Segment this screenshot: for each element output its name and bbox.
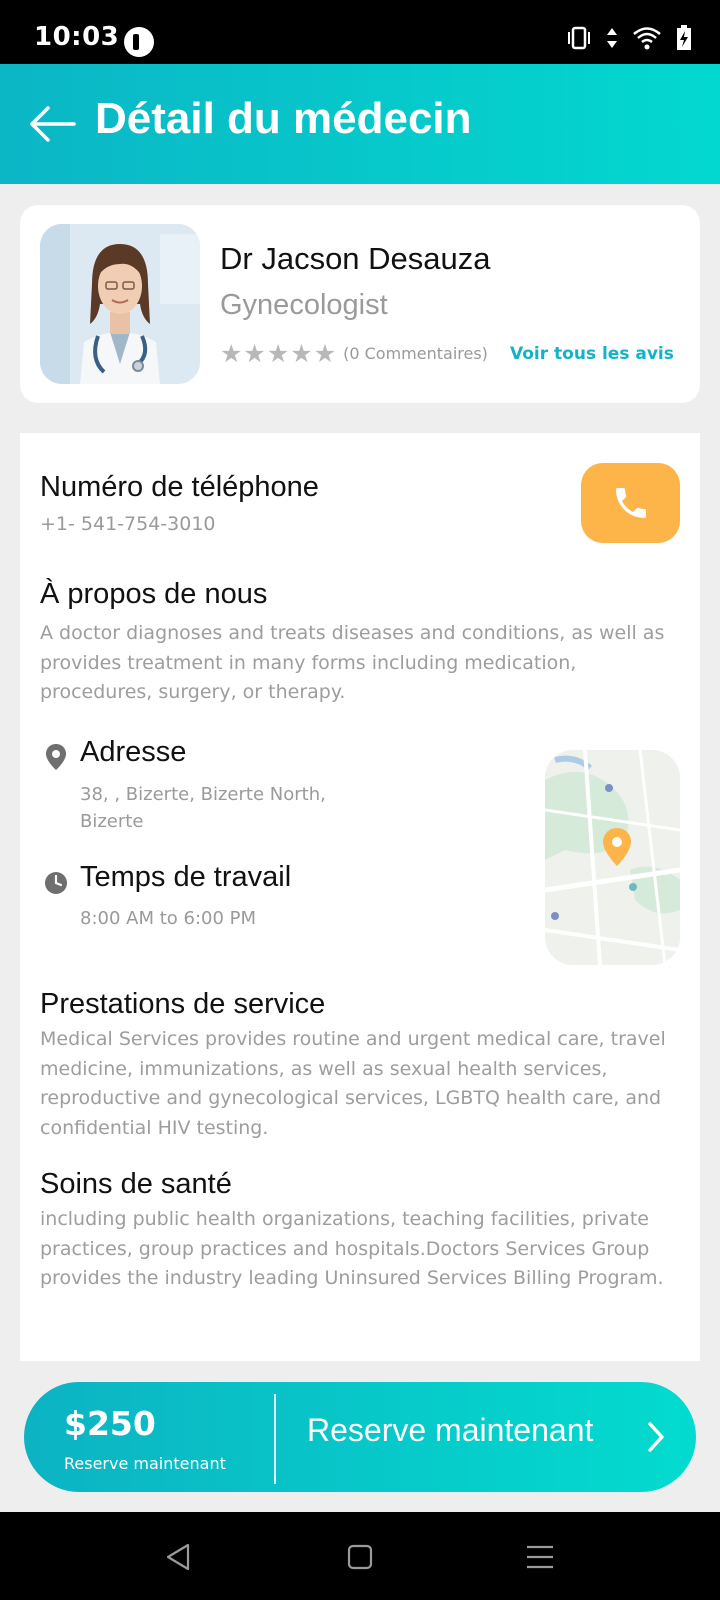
data-arrows-icon xyxy=(607,28,617,48)
call-button[interactable] xyxy=(581,463,680,543)
work-time-text: 8:00 AM to 6:00 PM xyxy=(80,908,257,929)
system-nav-bar xyxy=(0,1512,720,1600)
star-icon: ★ xyxy=(290,339,313,368)
rating-row: ★ ★ ★ ★ ★ (0 Commentaires) xyxy=(220,341,488,366)
book-now-button[interactable]: Reserve maintenant xyxy=(307,1412,593,1449)
star-icon: ★ xyxy=(266,339,290,368)
address-text: 38, , Bizerte, Bizerte North, Bizerte xyxy=(80,784,326,832)
comment-count: (0 Commentaires) xyxy=(343,344,488,363)
star-icon: ★ xyxy=(313,339,337,368)
status-time: 10:03 xyxy=(34,22,120,52)
nav-home-icon[interactable] xyxy=(343,1540,377,1574)
doctor-name: Dr Jacson Desauza xyxy=(220,241,491,276)
star-icon: ★ xyxy=(220,339,243,368)
page-title: Détail du médecin xyxy=(95,94,472,143)
battery-charging-icon xyxy=(677,25,691,50)
map-thumbnail[interactable] xyxy=(545,750,680,965)
details-card: Numéro de téléphone +1- 541-754-3010 À p… xyxy=(20,433,700,1361)
status-bar: 10:03 xyxy=(0,0,720,64)
phone-number: +1- 541-754-3010 xyxy=(40,513,216,535)
phone-title: Numéro de téléphone xyxy=(40,471,319,503)
about-title: À propos de nous xyxy=(40,578,268,610)
services-title: Prestations de service xyxy=(40,988,326,1020)
nav-back-icon[interactable] xyxy=(162,1540,196,1574)
wifi-icon xyxy=(633,27,661,50)
star-icon: ★ xyxy=(243,339,266,368)
see-all-reviews-link[interactable]: Voir tous les avis xyxy=(510,344,674,364)
app-header: Détail du médecin xyxy=(0,64,720,184)
vibrate-icon xyxy=(568,26,590,50)
address-title: Adresse xyxy=(80,736,187,768)
healthcare-text: including public health organizations, t… xyxy=(40,1208,664,1289)
healthcare-title: Soins de santé xyxy=(40,1168,232,1200)
doctor-avatar xyxy=(40,224,200,384)
clock-icon xyxy=(45,872,67,894)
about-text: A doctor diagnoses and treats diseases a… xyxy=(40,622,665,703)
price: $250 xyxy=(64,1404,156,1443)
services-text: Medical Services provides routine and ur… xyxy=(40,1028,666,1139)
nav-menu-icon[interactable] xyxy=(523,1540,557,1574)
price-subtitle: Reserve maintenant xyxy=(64,1454,226,1473)
work-time-title: Temps de travail xyxy=(80,861,292,893)
chevron-right-icon[interactable] xyxy=(646,1420,666,1454)
location-pin-icon xyxy=(46,744,66,770)
divider xyxy=(274,1394,276,1484)
arrow-left-icon[interactable] xyxy=(28,104,76,144)
doctor-specialty: Gynecologist xyxy=(220,289,388,321)
doctor-card: Dr Jacson Desauza Gynecologist ★ ★ ★ ★ ★… xyxy=(20,205,700,403)
booking-bar: $250 Reserve maintenant Reserve maintena… xyxy=(24,1382,696,1492)
phone-icon xyxy=(615,488,646,518)
status-icons xyxy=(566,25,692,51)
app-notification-icon xyxy=(124,27,154,57)
